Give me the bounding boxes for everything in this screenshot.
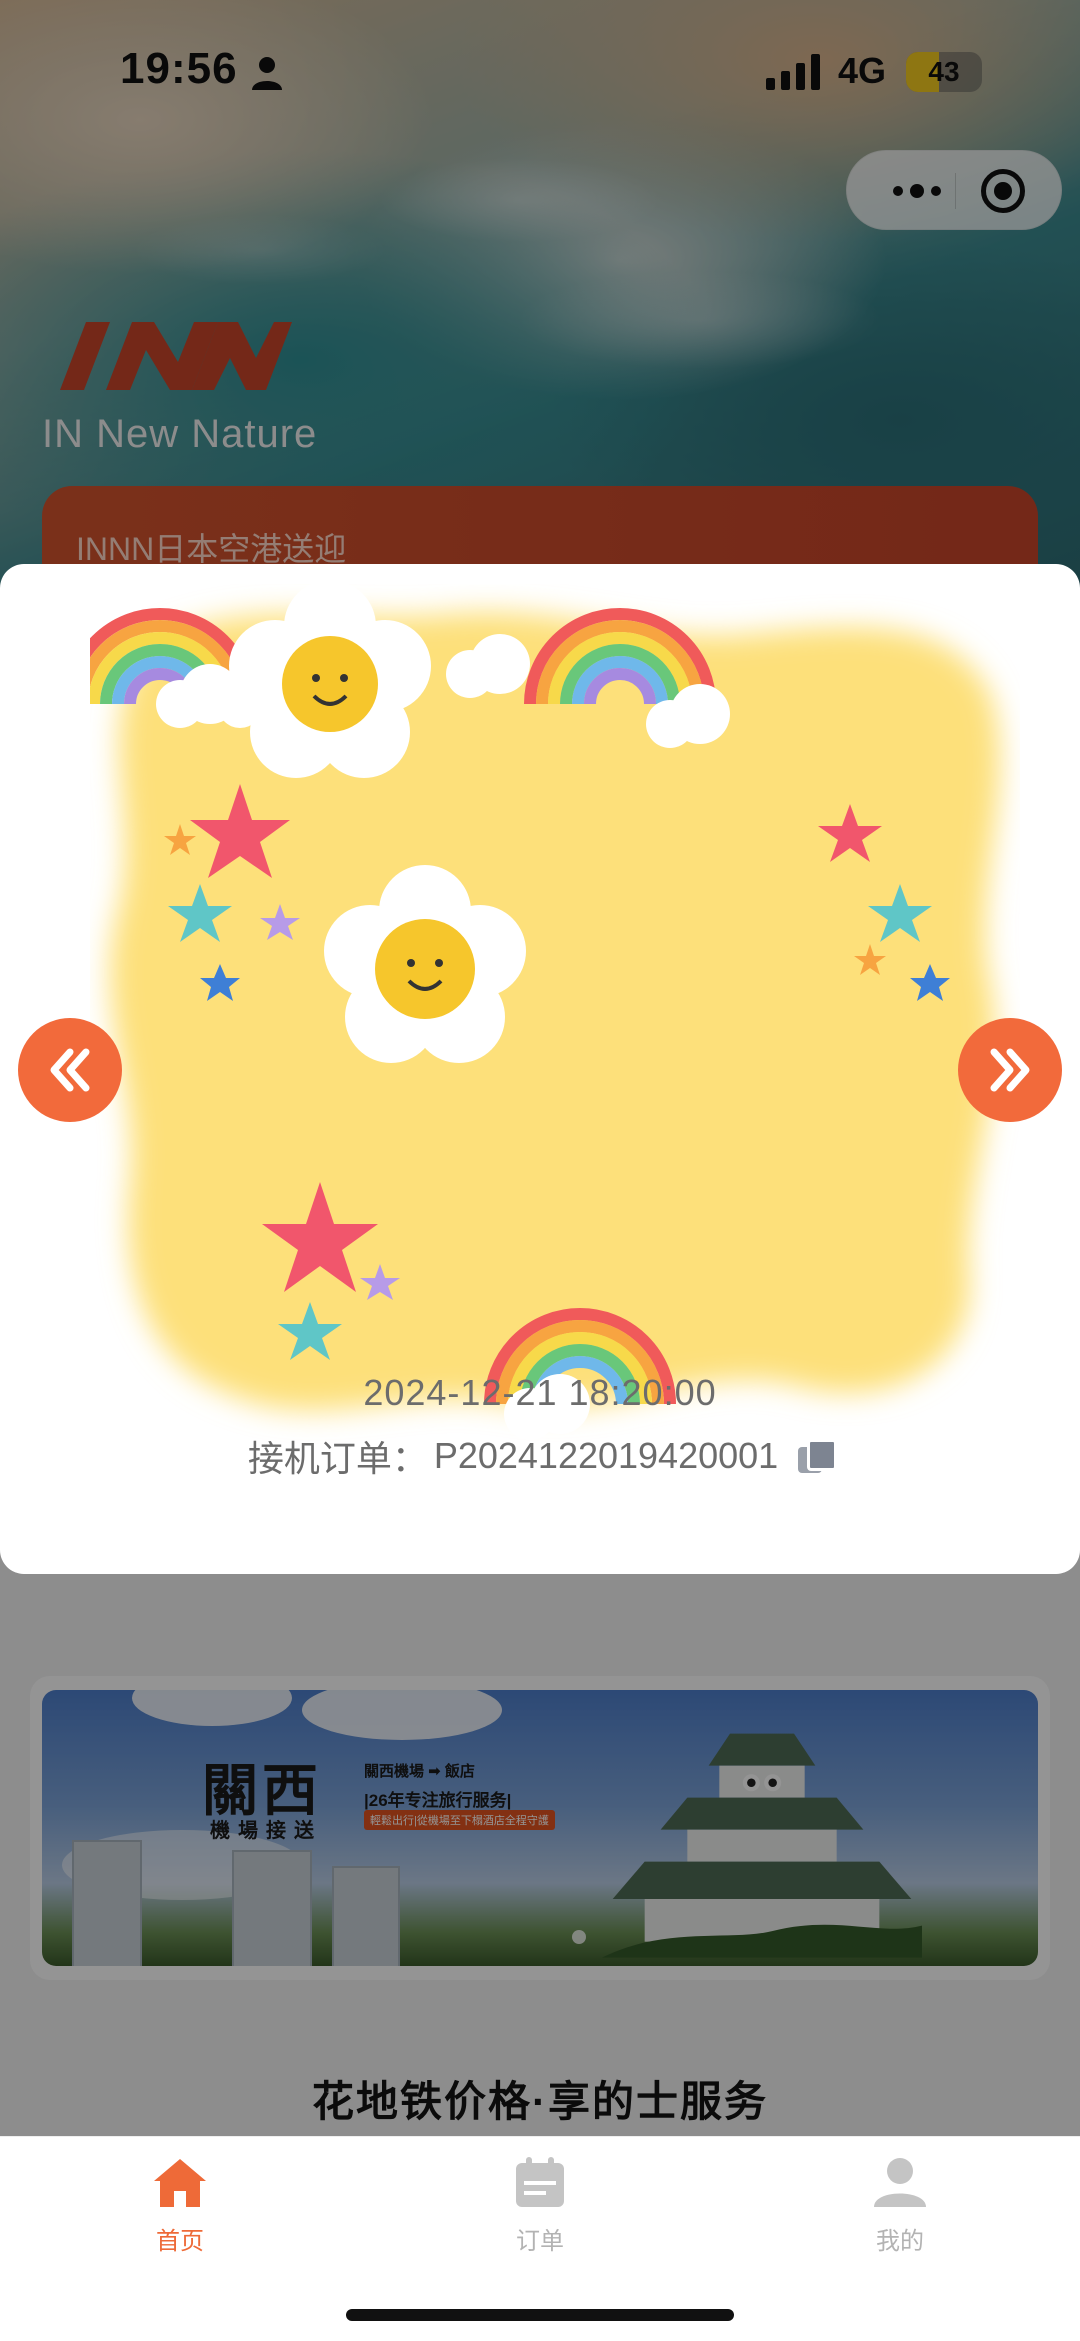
prev-button[interactable] <box>18 1018 122 1122</box>
double-chevron-left-icon <box>50 1048 90 1092</box>
tab-home[interactable]: 首页 <box>100 2155 260 2265</box>
tab-profile[interactable]: 我的 <box>820 2155 980 2265</box>
calendar-icon <box>516 2157 564 2207</box>
order-popup: 2024-12-21 18:20:00 接机订单： P2024122019420… <box>0 564 1080 1574</box>
order-number: P2024122019420001 <box>433 1435 779 1476</box>
tab-home-label: 首页 <box>156 2228 204 2255</box>
bottom-tab-bar: 首页 订单 我的 <box>0 2136 1080 2341</box>
home-indicator <box>346 2309 734 2321</box>
app-screen: 19:56 4G 43 IN New Nature INNN日本空港送迎 關西 … <box>0 0 1080 2341</box>
tab-profile-label: 我的 <box>876 2228 924 2255</box>
copy-icon[interactable] <box>798 1439 838 1473</box>
order-info: 接机订单： P2024122019420001 <box>0 1430 1080 1482</box>
tab-orders-label: 订单 <box>516 2228 564 2255</box>
user-icon <box>874 2158 926 2207</box>
cute-pattern-illustration <box>90 584 1000 1440</box>
home-icon <box>154 2159 206 2207</box>
order-date: 2024-12-21 18:20:00 <box>363 1372 717 1413</box>
double-chevron-right-icon <box>990 1048 1030 1092</box>
next-button[interactable] <box>958 1018 1062 1122</box>
tab-orders[interactable]: 订单 <box>460 2155 620 2265</box>
order-label: 接机订单： <box>247 1438 428 1479</box>
